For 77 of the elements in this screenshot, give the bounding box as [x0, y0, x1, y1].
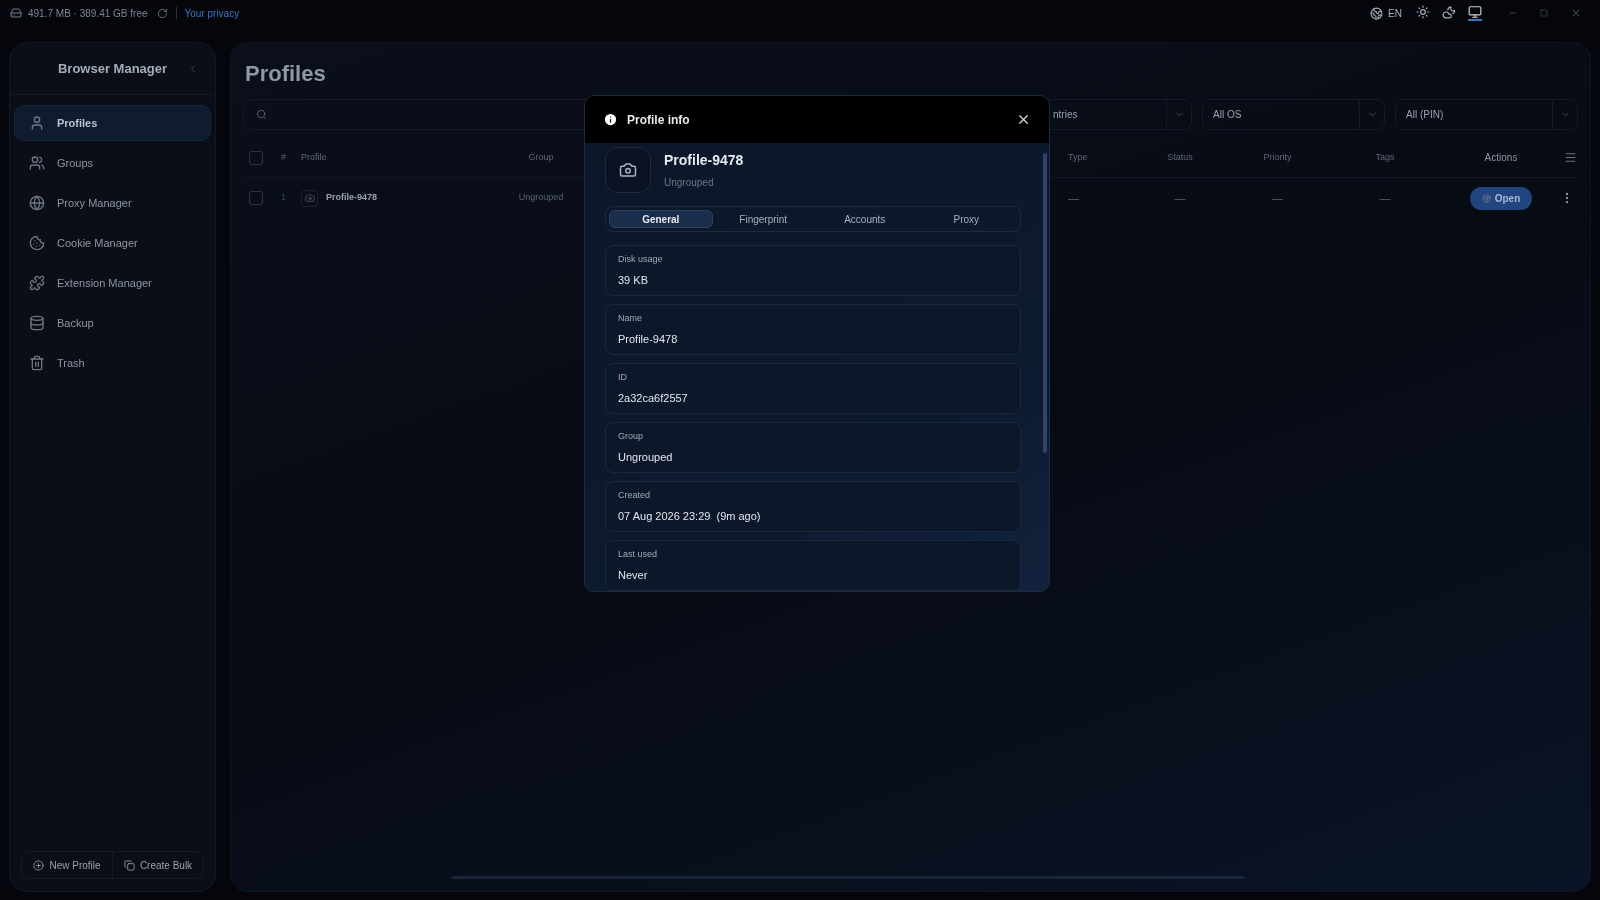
column-header: Tags [1374, 150, 1396, 164]
field-label: ID [618, 371, 628, 384]
sun-icon[interactable] [1416, 5, 1430, 21]
column-header: Profile [301, 150, 328, 164]
open-button[interactable]: Open [1469, 186, 1533, 210]
globe-icon[interactable] [1370, 6, 1384, 20]
search-icon [256, 109, 267, 120]
table-cell-text: — [1067, 190, 1080, 206]
cookie-icon [29, 235, 45, 251]
info-icon [603, 112, 618, 127]
profile-name[interactable]: Profile-9478 [326, 191, 378, 205]
dialog-tab[interactable]: General [609, 210, 713, 228]
column-header: Priority [1262, 150, 1293, 164]
drive-icon [10, 7, 22, 19]
vertical-scrollbar[interactable] [1043, 153, 1047, 453]
checkbox[interactable] [249, 191, 263, 205]
database-icon [29, 315, 45, 331]
field-value: 39 KB [618, 272, 649, 288]
profile-group: Ungrouped [664, 175, 744, 190]
sidebar-item[interactable]: Extension Manager [14, 265, 211, 301]
page-title: Profiles [245, 60, 327, 87]
filter-dropdown[interactable]: All OS [1202, 99, 1385, 130]
globe-icon [29, 195, 45, 211]
field-label: Disk usage [618, 253, 664, 266]
plus-circle-icon [33, 859, 45, 871]
sidebar-item[interactable]: Groups [14, 145, 211, 181]
copy-icon [123, 859, 135, 871]
profile-name: Profile-9478 [664, 151, 744, 170]
field-label: Name [618, 312, 643, 325]
people-icon [29, 155, 45, 171]
app-title: Browser Manager [57, 59, 168, 78]
footer-button[interactable]: Create Bulk [112, 852, 203, 878]
sidebar-item[interactable]: Backup [14, 305, 211, 341]
field-value: 07 Aug 2026 23:29 (9m ago) [618, 508, 762, 524]
monitor-icon[interactable] [1468, 5, 1482, 21]
cloud-moon-icon[interactable] [1442, 5, 1456, 21]
footer-button[interactable]: New Profile [22, 852, 112, 878]
column-menu-icon[interactable] [1564, 151, 1577, 164]
sidebar-item[interactable]: Proxy Manager [14, 185, 211, 221]
filter-dropdown[interactable]: All (PIN) [1395, 99, 1578, 130]
field-label: Last used [618, 548, 659, 561]
column-header: # [281, 150, 287, 164]
dialog-tab[interactable]: Fingerprint [712, 210, 814, 228]
field-value: Ungrouped [618, 449, 674, 465]
camera-icon [304, 193, 315, 203]
camera-icon [619, 161, 637, 179]
puzzle-icon [29, 275, 45, 291]
language-button[interactable]: EN [1388, 5, 1402, 21]
table-cell-text: — [1378, 190, 1392, 206]
browser-icon [1481, 193, 1491, 203]
table-cell-text: Ungrouped [517, 191, 565, 205]
sidebar-item[interactable]: Trash [14, 345, 211, 381]
column-header: Type [1067, 150, 1089, 164]
field-label: Group [618, 430, 644, 443]
dialog-tab[interactable]: Accounts [814, 210, 916, 228]
column-header: Group [527, 150, 555, 164]
trash-icon [29, 355, 45, 371]
field-label: Created [618, 489, 652, 502]
column-header: Status [1166, 150, 1194, 164]
privacy-link[interactable]: Your privacy [184, 5, 240, 21]
table-cell-text: — [1173, 190, 1187, 206]
field-value: Profile-9478 [618, 331, 679, 347]
column-header: Actions [1483, 151, 1519, 165]
dialog-tab[interactable]: Proxy [915, 210, 1017, 228]
table-cell-text: — [1271, 190, 1284, 206]
refresh-icon[interactable] [156, 7, 168, 19]
checkbox[interactable] [249, 150, 263, 165]
sidebar-item[interactable]: Profiles [14, 105, 211, 141]
field-value: Never [618, 567, 649, 583]
close-icon[interactable] [1016, 112, 1031, 127]
person-icon [29, 115, 45, 131]
storage-text: 491.7 MB · 389.41 GB free [28, 6, 148, 21]
row-number: 1 [281, 191, 287, 205]
sidebar-item[interactable]: Cookie Manager [14, 225, 211, 261]
field-value: 2a32ca6f2557 [618, 390, 689, 406]
maximize-icon[interactable] [1540, 9, 1548, 17]
dialog-title: Profile info [627, 111, 690, 129]
